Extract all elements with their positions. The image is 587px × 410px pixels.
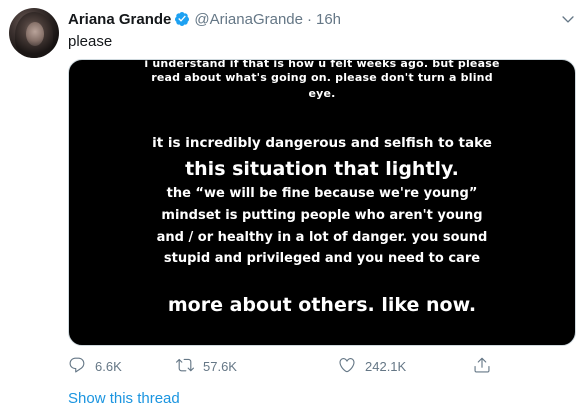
tweet[interactable]: Ariana Grande @ArianaGrande · 16h please… [0, 0, 587, 410]
handle[interactable]: @ArianaGrande [194, 11, 303, 28]
like-count: 242.1K [365, 358, 407, 374]
share-icon [473, 356, 491, 377]
share-button[interactable] [473, 355, 491, 377]
media-text-line: and / or healthy in a lot of danger. you… [156, 230, 488, 245]
media-text-line: the “we will be fine because we're young… [166, 186, 478, 201]
chevron-down-icon[interactable] [559, 10, 577, 28]
verified-badge-icon [174, 11, 190, 27]
media-text-line: eye. [308, 87, 336, 100]
media-text-line: stupid and privileged and you need to ca… [163, 251, 481, 266]
reply-icon [68, 356, 86, 377]
action-bar: 6.6K 57.6K 242.1K [68, 355, 498, 377]
media-text-line: more about others. like now. [167, 294, 477, 316]
avatar-face [26, 22, 44, 46]
media-text-line: read about what's going on. please don't… [151, 71, 493, 84]
reply-count: 6.6K [95, 358, 122, 374]
avatar[interactable] [9, 8, 59, 58]
display-name[interactable]: Ariana Grande [68, 11, 171, 28]
media-image[interactable]: i understand if that is how u felt weeks… [68, 59, 576, 346]
reply-button[interactable]: 6.6K [68, 355, 122, 377]
show-thread-link[interactable]: Show this thread [68, 390, 180, 407]
like-button[interactable]: 242.1K [338, 355, 406, 377]
media-text-line: it is incredibly dangerous and selfish t… [152, 135, 492, 151]
media-text-line: i understand if that is how u felt weeks… [144, 59, 500, 70]
retweet-icon [176, 356, 194, 377]
retweet-count: 57.6K [203, 358, 237, 374]
separator-dot: · [307, 10, 312, 28]
tweet-header: Ariana Grande @ArianaGrande · 16h [68, 8, 341, 30]
media-text-line: this situation that lightly. [185, 158, 459, 180]
heart-icon [338, 356, 356, 377]
media-text-line: mindset is putting people who aren't you… [161, 208, 483, 223]
tweet-text: please [68, 33, 113, 50]
timestamp[interactable]: 16h [316, 11, 341, 28]
retweet-button[interactable]: 57.6K [176, 355, 237, 377]
